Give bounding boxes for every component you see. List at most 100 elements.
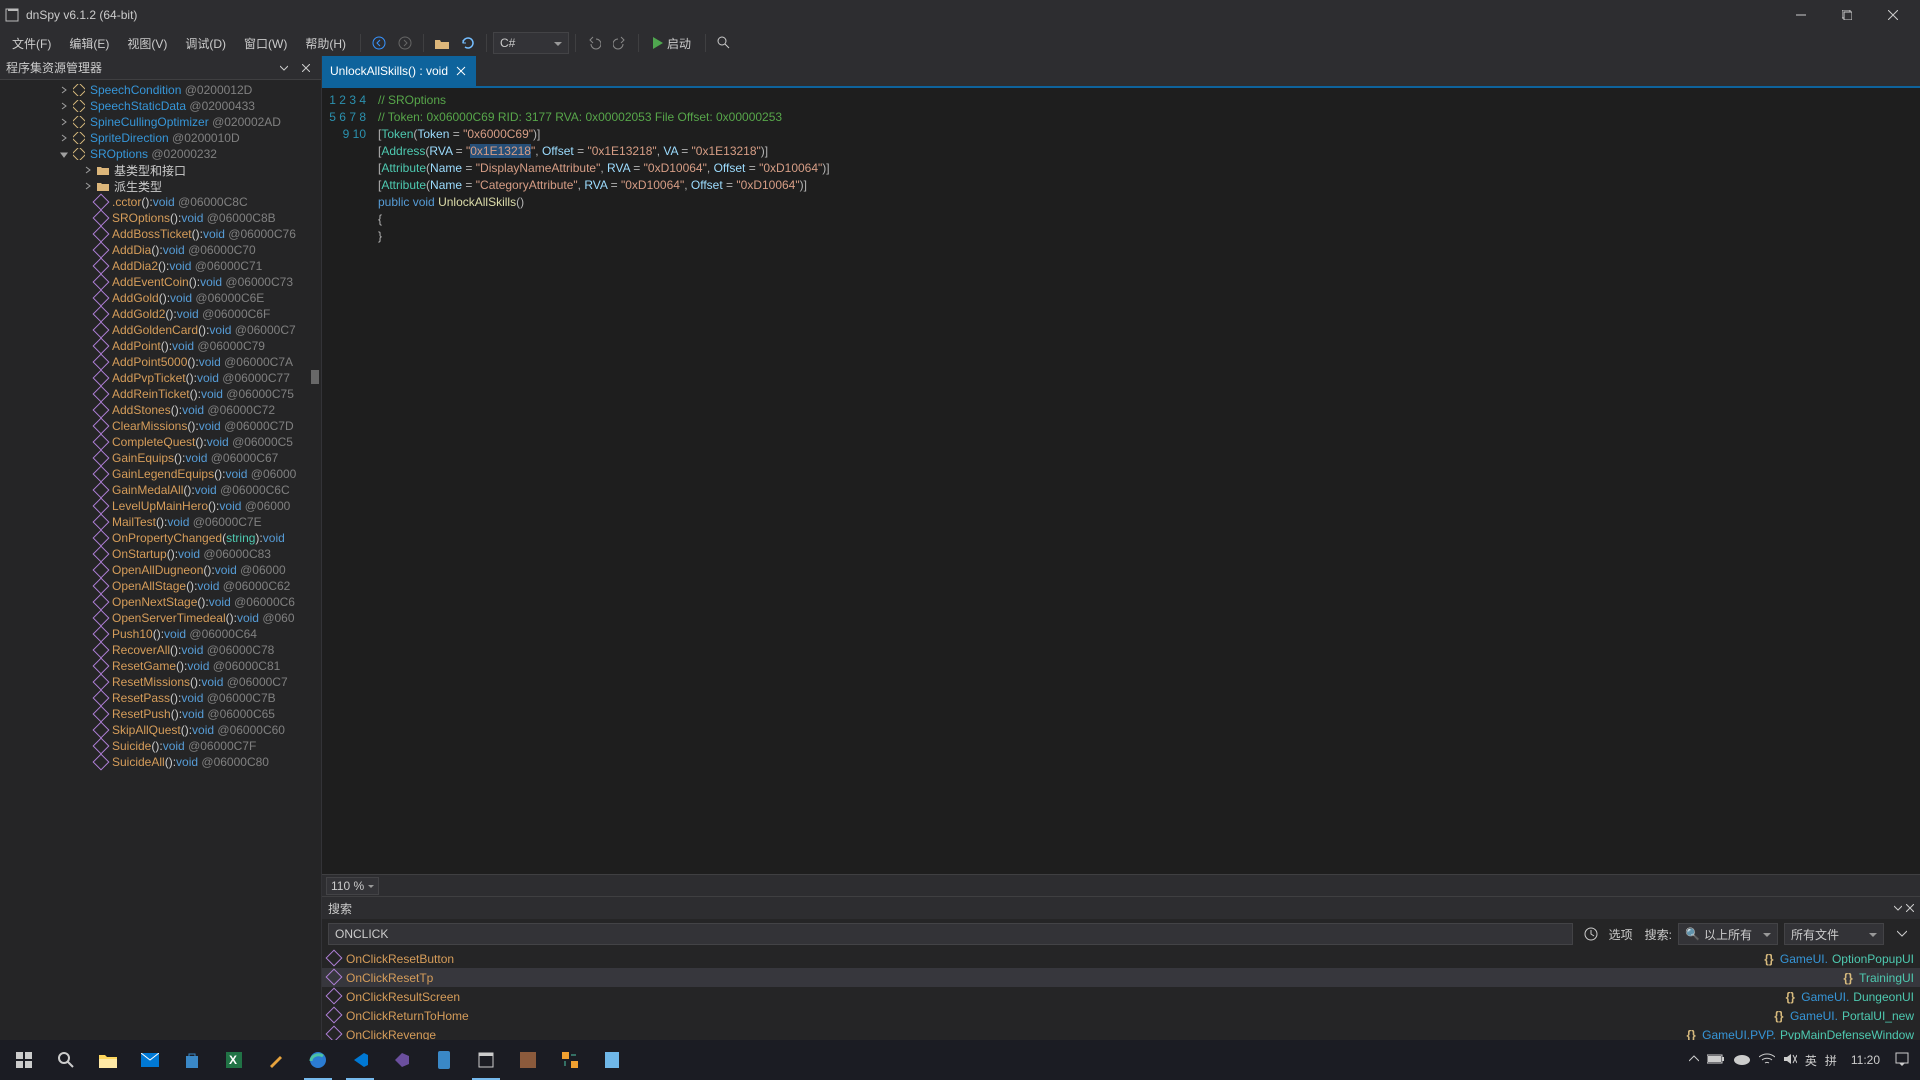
tree-method-item[interactable]: OpenAllStage() : void @06000C62 xyxy=(0,578,321,594)
tree-method-item[interactable]: .cctor() : void @06000C8C xyxy=(0,194,321,210)
app1-icon[interactable] xyxy=(508,1040,548,1080)
explorer-icon[interactable] xyxy=(88,1040,128,1080)
taskbar-search-icon[interactable] xyxy=(46,1040,86,1080)
redo-icon[interactable] xyxy=(609,32,631,54)
menu-help[interactable]: 帮助(H) xyxy=(297,33,354,54)
tree-method-item[interactable]: ResetGame() : void @06000C81 xyxy=(0,658,321,674)
menu-view[interactable]: 视图(V) xyxy=(119,33,175,54)
start-menu-icon[interactable] xyxy=(4,1040,44,1080)
search-scope-combo-2[interactable]: 所有文件 xyxy=(1784,923,1884,945)
phone-icon[interactable] xyxy=(424,1040,464,1080)
search-refresh-icon[interactable] xyxy=(1580,923,1602,945)
expand-icon[interactable] xyxy=(58,148,70,160)
mail-icon[interactable] xyxy=(130,1040,170,1080)
tree[interactable]: SpeechCondition @0200012D SpeechStaticDa… xyxy=(0,80,321,1066)
search-panel-close-icon[interactable] xyxy=(1906,901,1914,915)
tree-method-item[interactable]: ResetPush() : void @06000C65 xyxy=(0,706,321,722)
nav-back-icon[interactable] xyxy=(368,32,390,54)
expand-icon[interactable] xyxy=(58,84,70,96)
volume-icon[interactable] xyxy=(1783,1052,1797,1069)
start-debug-button[interactable]: 启动 xyxy=(645,32,699,54)
tree-folder-item[interactable]: 派生类型 xyxy=(0,178,321,194)
tree-method-item[interactable]: AddGold2() : void @06000C6F xyxy=(0,306,321,322)
expand-icon[interactable] xyxy=(82,164,94,176)
tab-close-icon[interactable] xyxy=(454,64,468,78)
tree-method-item[interactable]: OnPropertyChanged(string) : void xyxy=(0,530,321,546)
tree-method-item[interactable]: GainLegendEquips() : void @06000 xyxy=(0,466,321,482)
edge-icon[interactable] xyxy=(298,1040,338,1080)
search-result-row[interactable]: OnClickResetTp {} TrainingUI xyxy=(322,968,1920,987)
menu-file[interactable]: 文件(F) xyxy=(4,33,59,54)
tree-method-item[interactable]: AddGoldenCard() : void @06000C7 xyxy=(0,322,321,338)
expand-icon[interactable] xyxy=(82,180,94,192)
search-result-row[interactable]: OnClickResetButton {} GameUI.OptionPopup… xyxy=(322,949,1920,968)
tree-method-item[interactable]: CompleteQuest() : void @06000C5 xyxy=(0,434,321,450)
tree-method-item[interactable]: AddDia() : void @06000C70 xyxy=(0,242,321,258)
tree-method-item[interactable]: SkipAllQuest() : void @06000C60 xyxy=(0,722,321,738)
menu-edit[interactable]: 编辑(E) xyxy=(61,33,117,54)
tree-class-item[interactable]: SpeechCondition @0200012D xyxy=(0,82,321,98)
expand-icon[interactable] xyxy=(58,132,70,144)
excel-icon[interactable]: X xyxy=(214,1040,254,1080)
tree-method-item[interactable]: AddPvpTicket() : void @06000C77 xyxy=(0,370,321,386)
tree-method-item[interactable]: OnStartup() : void @06000C83 xyxy=(0,546,321,562)
tree-folder-item[interactable]: 基类型和接口 xyxy=(0,162,321,178)
dnspy-taskbar-icon[interactable] xyxy=(466,1040,506,1080)
tree-method-item[interactable]: GainEquips() : void @06000C67 xyxy=(0,450,321,466)
panel-close-icon[interactable] xyxy=(297,59,315,77)
open-icon[interactable] xyxy=(431,32,453,54)
tray-chevron-icon[interactable] xyxy=(1689,1053,1699,1067)
search-more-icon[interactable] xyxy=(1891,923,1913,945)
tree-method-item[interactable]: ClearMissions() : void @06000C7D xyxy=(0,418,321,434)
tree-method-item[interactable]: AddEventCoin() : void @06000C73 xyxy=(0,274,321,290)
tree-method-item[interactable]: AddPoint5000() : void @06000C7A xyxy=(0,354,321,370)
search-input[interactable] xyxy=(328,923,1573,945)
tree-method-item[interactable]: GainMedalAll() : void @06000C6C xyxy=(0,482,321,498)
ime-mode[interactable]: 拼 xyxy=(1825,1052,1837,1069)
notification-icon[interactable] xyxy=(1894,1051,1910,1070)
nav-forward-icon[interactable] xyxy=(394,32,416,54)
onedrive-icon[interactable] xyxy=(1733,1053,1751,1068)
store-icon[interactable] xyxy=(172,1040,212,1080)
menu-window[interactable]: 窗口(W) xyxy=(236,33,295,54)
panel-dropdown-icon[interactable] xyxy=(275,59,293,77)
tree-method-item[interactable]: RecoverAll() : void @06000C78 xyxy=(0,642,321,658)
tree-method-item[interactable]: AddStones() : void @06000C72 xyxy=(0,402,321,418)
language-combo[interactable]: C# xyxy=(493,32,569,54)
tree-method-item[interactable]: AddBossTicket() : void @06000C76 xyxy=(0,226,321,242)
tree-class-item[interactable]: SpriteDirection @0200010D xyxy=(0,130,321,146)
tree-method-item[interactable]: AddGold() : void @06000C6E xyxy=(0,290,321,306)
maximize-button[interactable] xyxy=(1824,0,1870,30)
tree-method-item[interactable]: Push10() : void @06000C64 xyxy=(0,626,321,642)
tree-method-item[interactable]: SROptions() : void @06000C8B xyxy=(0,210,321,226)
pen-icon[interactable] xyxy=(256,1040,296,1080)
tree-method-item[interactable]: AddReinTicket() : void @06000C75 xyxy=(0,386,321,402)
code-content[interactable]: // SROptions // Token: 0x06000C69 RID: 3… xyxy=(378,88,1920,874)
battery-icon[interactable] xyxy=(1707,1053,1725,1067)
tree-method-item[interactable]: MailTest() : void @06000C7E xyxy=(0,514,321,530)
expand-icon[interactable] xyxy=(58,100,70,112)
tree-method-item[interactable]: ResetPass() : void @06000C7B xyxy=(0,690,321,706)
reload-icon[interactable] xyxy=(457,32,479,54)
editor-tab[interactable]: UnlockAllSkills() : void xyxy=(322,56,476,86)
tree-class-item[interactable]: SROptions @02000232 xyxy=(0,146,321,162)
tree-method-item[interactable]: AddPoint() : void @06000C79 xyxy=(0,338,321,354)
expand-icon[interactable] xyxy=(58,116,70,128)
ime-lang[interactable]: 英 xyxy=(1805,1052,1817,1069)
tree-method-item[interactable]: Suicide() : void @06000C7F xyxy=(0,738,321,754)
tree-method-item[interactable]: SuicideAll() : void @06000C80 xyxy=(0,754,321,770)
search-scope-combo-1[interactable]: 🔍以上所有 xyxy=(1678,923,1778,945)
search-panel-dropdown-icon[interactable] xyxy=(1894,901,1902,915)
tree-method-item[interactable]: OpenNextStage() : void @06000C6 xyxy=(0,594,321,610)
search-result-row[interactable]: OnClickReturnToHome {} GameUI.PortalUI_n… xyxy=(322,1006,1920,1025)
tree-method-item[interactable]: ResetMissions() : void @06000C7 xyxy=(0,674,321,690)
menu-debug[interactable]: 调试(D) xyxy=(177,33,234,54)
tree-method-item[interactable]: LevelUpMainHero() : void @06000 xyxy=(0,498,321,514)
wifi-icon[interactable] xyxy=(1759,1053,1775,1068)
vs-icon[interactable] xyxy=(382,1040,422,1080)
zoom-combo[interactable]: 110 % xyxy=(326,877,379,895)
tree-method-item[interactable]: OpenAllDugneon() : void @06000 xyxy=(0,562,321,578)
tree-method-item[interactable]: OpenServerTimedeal() : void @060 xyxy=(0,610,321,626)
tree-class-item[interactable]: SpineCullingOptimizer @020002AD xyxy=(0,114,321,130)
taskbar-clock[interactable]: 11:20 xyxy=(1845,1053,1886,1067)
